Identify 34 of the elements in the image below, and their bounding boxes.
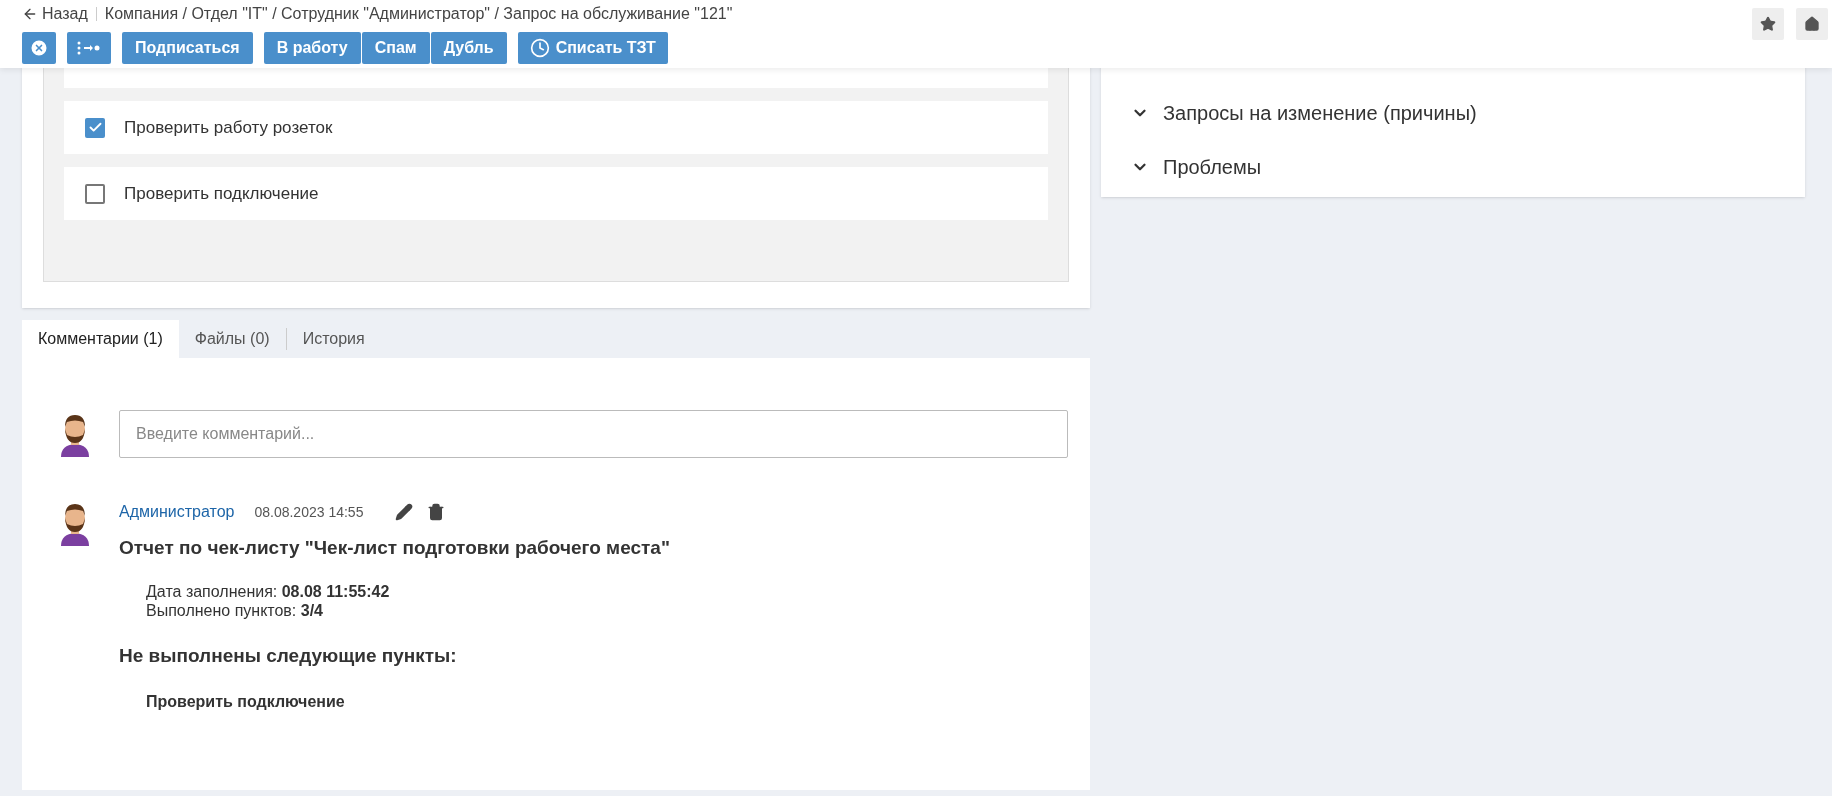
- checkbox[interactable]: [85, 183, 105, 204]
- checklist-item[interactable]: Проверить подключение: [64, 167, 1048, 220]
- comment-field[interactable]: Введите комментарий...: [119, 410, 1068, 458]
- close-button[interactable]: [22, 32, 56, 64]
- comment-time: 08.08.2023 14:55: [254, 502, 364, 522]
- home-button[interactable]: [1796, 8, 1828, 40]
- report-heading: Не выполнены следующие пункты:: [119, 643, 458, 668]
- clock-icon: [529, 38, 550, 58]
- star-icon: [1760, 16, 1776, 32]
- workflow-button[interactable]: [67, 32, 111, 64]
- home-icon: [1804, 16, 1820, 32]
- author-link[interactable]: Администратор: [119, 500, 235, 524]
- checklist-label: Проверить работу розеток: [124, 116, 333, 139]
- checklist-label: Проверить подключение: [124, 182, 319, 205]
- check-icon: [87, 120, 103, 135]
- section-toggle[interactable]: Запросы на изменение (причины): [1131, 98, 1775, 128]
- report-detail: Дата заполнения: 08.08 11:55:42: [146, 581, 391, 601]
- edit-icon[interactable]: [395, 503, 414, 521]
- tab[interactable]: Комментарии (1): [22, 320, 179, 358]
- checklist-item[interactable]: Проверить работу розеток: [64, 101, 1048, 154]
- back-link[interactable]: Назад: [22, 2, 88, 26]
- close-icon: [29, 38, 49, 58]
- tab[interactable]: Файлы (0): [178, 320, 286, 358]
- comment-title: Отчет по чек-листу "Чек-лист подготовки рабочего места": [119, 536, 670, 560]
- favorite-button[interactable]: [1752, 8, 1784, 40]
- checkbox[interactable]: [85, 117, 105, 138]
- section-toggle[interactable]: Проблемы: [1131, 152, 1775, 182]
- flow-icon: [77, 41, 101, 55]
- breadcrumb: Компания / Отдел "IT" / Сотрудник "Администратор" / Запрос на обслуживание "121": [104, 4, 733, 24]
- tab[interactable]: История: [286, 320, 381, 358]
- unfinished-item: Проверить подключение: [146, 692, 346, 712]
- report-detail: Выполнено пунктов: 3/4: [146, 600, 324, 620]
- delete-icon[interactable]: [427, 503, 446, 521]
- back-arrow-icon: [22, 6, 38, 22]
